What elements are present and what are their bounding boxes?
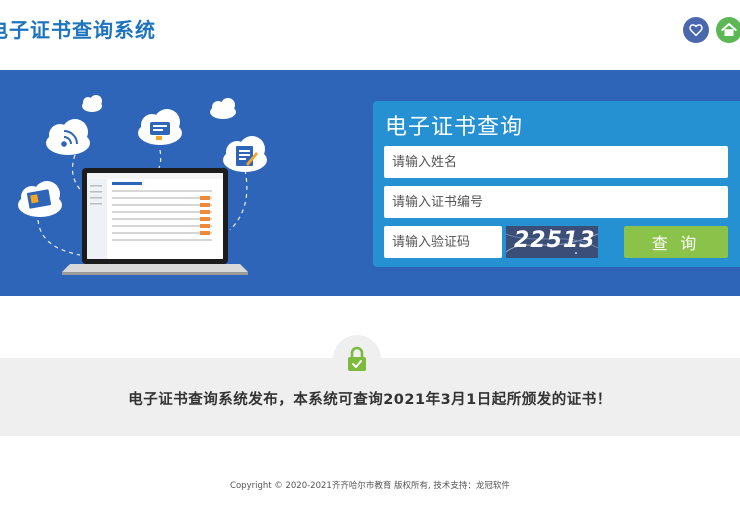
header: 电子证书查询系统 [0,0,740,70]
favorite-button[interactable] [683,17,709,43]
cert-number-input[interactable] [384,186,728,218]
name-input[interactable] [384,146,728,178]
lock-icon [348,346,366,371]
site-title[interactable]: 电子证书查询系统 [0,14,156,43]
rss-cloud [46,119,90,155]
home-icon [721,23,737,36]
query-panel: 电子证书查询 22513 查 询 [373,101,740,267]
panel-title: 电子证书查询 [385,115,524,140]
lock-badge [333,335,381,383]
notice-text: 电子证书查询系统发布，本系统可查询2021年3月1日起所颁发的证书！ [128,392,612,408]
banner: 电子证书查询 22513 查 询 [0,70,740,296]
heart-icon [689,24,703,37]
captcha-image[interactable]: 22513 [506,226,598,258]
laptop-illustration [18,95,267,275]
footer-copyright: Copyright © 2020-2021齐齐哈尔市教育 版权所有, 技术支持：… [230,481,510,491]
home-button[interactable] [716,17,740,43]
captcha-input[interactable] [384,226,502,258]
query-button[interactable]: 查 询 [624,226,728,258]
captcha-code: 22513 [514,228,596,253]
